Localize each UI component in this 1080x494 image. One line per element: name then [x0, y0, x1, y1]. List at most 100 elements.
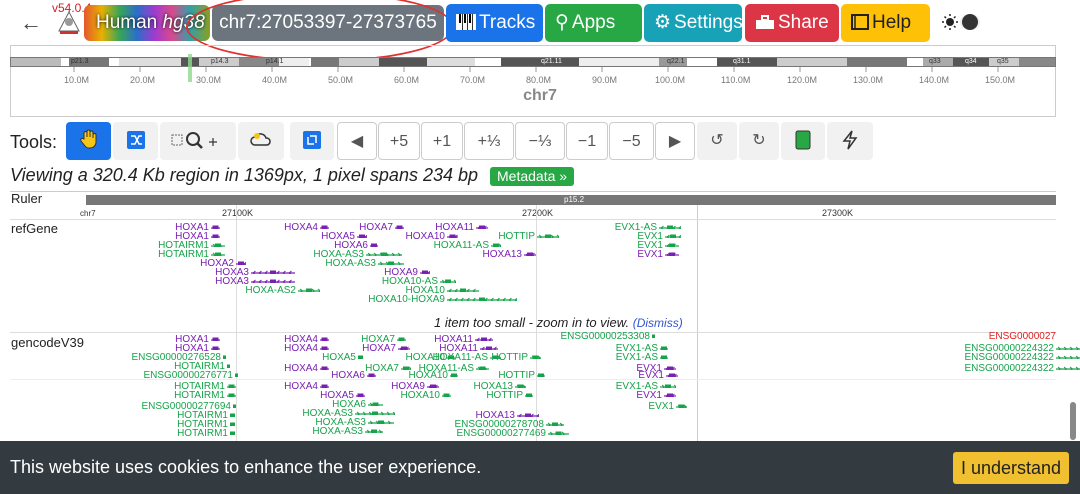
gene-feature[interactable]: HOTAIRM1	[177, 429, 235, 439]
rotate-tool-button[interactable]	[290, 122, 334, 160]
gene-feature[interactable]: HOXA10-HOXA9	[368, 295, 517, 305]
gene-feature[interactable]: HOXA11	[435, 223, 488, 233]
gene-feature[interactable]: HOXA4	[284, 364, 329, 374]
zoom-out-third-button[interactable]: −⅓	[515, 122, 565, 160]
tracks-button[interactable]: Tracks	[446, 4, 543, 42]
gene-glyph	[211, 346, 220, 351]
gene-glyph	[475, 337, 493, 342]
help-button[interactable]: Help	[841, 4, 930, 42]
gene-glyph	[368, 420, 394, 425]
gene-feature[interactable]: HOTTIP	[491, 353, 541, 363]
apps-button[interactable]: ⚲ Apps	[545, 4, 642, 42]
zoom-in-1-button[interactable]: +1	[421, 122, 463, 160]
gene-feature[interactable]: ENSG00000224322	[964, 364, 1080, 374]
gene-feature[interactable]: ENSG00000224322	[964, 353, 1080, 363]
gene-feature[interactable]: EVX1	[648, 402, 687, 412]
back-arrow-icon[interactable]: ←	[20, 10, 42, 36]
settings-button[interactable]: ⚙ Settings	[644, 4, 743, 42]
gene-feature[interactable]: HOXA7	[365, 364, 411, 374]
chromosome-ideogram[interactable]: p21.3 p14.3 p14.1 q21.11 q22.1 q31.1 q33…	[10, 57, 1056, 67]
gene-feature[interactable]: HOXA5	[322, 353, 363, 363]
undo-button[interactable]: ↺	[697, 122, 737, 160]
gene-feature[interactable]: EVX1	[638, 371, 678, 381]
gene-glyph	[660, 384, 676, 389]
book-icon	[851, 4, 869, 42]
zoom-select-tool-button[interactable]	[160, 122, 236, 160]
cloud-icon	[250, 132, 272, 149]
gene-label: HOXA13	[482, 249, 522, 260]
gene-glyph	[447, 297, 517, 302]
band-label: p21.3	[71, 58, 89, 65]
gene-glyph	[211, 243, 225, 248]
tracks-scrollbar[interactable]	[1070, 402, 1076, 440]
scale-tick: 110.0M	[721, 75, 751, 85]
zoom-in-third-button[interactable]: +⅓	[464, 122, 514, 160]
scale-tick: 70.0M	[460, 75, 486, 85]
gene-glyph	[524, 252, 536, 257]
gene-glyph	[665, 252, 679, 257]
ruler-track-name: Ruler	[11, 191, 43, 206]
gene-feature[interactable]: EVX1	[637, 250, 679, 260]
metadata-button[interactable]: Metadata »	[490, 167, 575, 186]
gene-glyph	[664, 366, 676, 371]
gene-label: HOXA11-AS	[433, 240, 489, 251]
gene-glyph	[235, 373, 238, 378]
gene-feature[interactable]: EVX1	[636, 391, 676, 401]
gene-feature[interactable]: HOTTIP	[486, 391, 533, 401]
drag-tool-button[interactable]	[66, 122, 111, 160]
gene-feature[interactable]: HOXA-AS2	[245, 286, 320, 296]
highlight-tool-button[interactable]	[238, 122, 284, 160]
gene-feature[interactable]: HOTTIP	[498, 371, 545, 381]
gene-feature[interactable]: ENSG00000276771	[143, 371, 238, 381]
grid-line	[697, 205, 698, 441]
tools-label: Tools:	[10, 132, 58, 152]
gene-label: ENSG00000277469	[456, 428, 546, 439]
scale-tick: 40.0M	[262, 75, 288, 85]
gene-feature[interactable]: HOXA11-AS	[419, 364, 489, 374]
scale-tick: 120.0M	[787, 75, 818, 85]
gene-feature[interactable]: ENSG00000253308	[560, 332, 655, 342]
ruler-tick: 27100K	[222, 208, 254, 218]
help-label: Help	[872, 12, 912, 33]
gene-feature[interactable]: HOXA-AS3	[312, 427, 383, 437]
pan-left-button[interactable]: ◀	[337, 122, 377, 160]
gene-label: HOXA7	[362, 343, 396, 354]
gene-feature[interactable]: HOXA7	[362, 344, 410, 354]
gene-glyph	[665, 243, 679, 248]
pan-right-button[interactable]: ▶	[655, 122, 695, 160]
settings-label: Settings	[674, 12, 743, 33]
share-icon	[755, 4, 775, 42]
gene-glyph	[230, 431, 235, 436]
gene-glyph	[320, 225, 329, 230]
redo-button[interactable]: ↻	[739, 122, 779, 160]
gene-label: HOXA4	[284, 343, 318, 354]
zoom-in-5-button[interactable]: +5	[378, 122, 420, 160]
gene-feature[interactable]: HOTTIP	[498, 232, 559, 242]
gene-glyph	[548, 431, 569, 436]
theme-toggle[interactable]	[942, 12, 980, 32]
gene-glyph	[476, 366, 489, 371]
gene-label: ENSG00000253308	[560, 331, 650, 342]
gene-glyph	[320, 337, 329, 342]
quick-action-button[interactable]	[827, 122, 873, 160]
gene-glyph	[355, 411, 395, 416]
gene-feature[interactable]: EVX1-AS	[616, 353, 668, 363]
gene-feature[interactable]: HOTAIRM1	[174, 391, 236, 401]
zoom-out-5-button[interactable]: −5	[609, 122, 654, 160]
gene-feature[interactable]: ENSG0000027	[989, 332, 1056, 342]
gene-feature[interactable]: HOXA13	[483, 250, 536, 260]
gene-feature[interactable]: HOXA7	[359, 223, 404, 233]
gene-label: HOXA4	[284, 381, 318, 392]
gene-feature[interactable]: HOXA10	[401, 391, 451, 401]
gene-label: HOXA-AS3	[325, 258, 376, 269]
dismiss-link[interactable]: (Dismiss)	[633, 316, 683, 330]
sessions-button[interactable]	[781, 122, 825, 160]
gene-feature[interactable]: ENSG00000277469	[456, 429, 569, 439]
cookie-accept-button[interactable]: I understand	[953, 452, 1069, 484]
gene-glyph	[357, 234, 367, 239]
zoom-in-icon	[171, 132, 225, 149]
share-button[interactable]: Share	[745, 4, 839, 42]
reorder-tool-button[interactable]	[113, 122, 158, 160]
gene-glyph	[515, 384, 526, 389]
zoom-out-1-button[interactable]: −1	[566, 122, 608, 160]
